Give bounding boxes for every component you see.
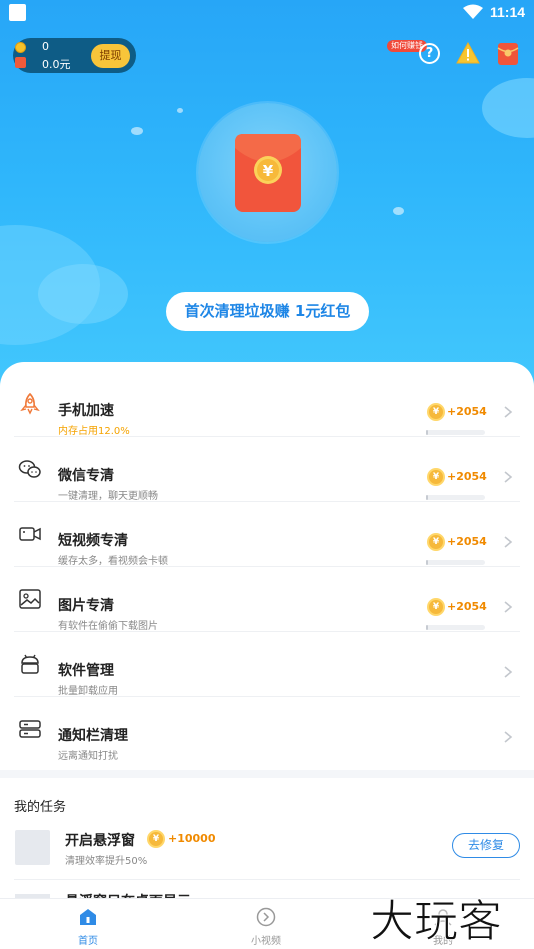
red-packet-gift-icon[interactable] (497, 42, 519, 66)
red-envelope-icon[interactable]: ¥ (235, 134, 301, 212)
item-subtitle: 有软件在偷偷下载图片 (58, 621, 158, 632)
rocket-icon (20, 392, 40, 415)
watermark-logo: 大玩客 (370, 896, 503, 947)
decor-blob (38, 264, 128, 324)
fix-button[interactable]: 去修复 (452, 833, 520, 858)
nav-label: 小视频 (251, 936, 281, 947)
notification-icon (19, 720, 41, 738)
feature-list: 手机加速 内存占用12.0% ¥ +2054 微信专清 一键清理，聊天更顺畅 ¥… (0, 362, 534, 770)
item-subtitle: 远离通知打扰 (58, 751, 118, 762)
list-item-wechat-clean[interactable]: 微信专清 一键清理，聊天更顺畅 ¥ +2054 (0, 437, 534, 502)
coin-balance: 0 (42, 40, 49, 53)
android-icon (21, 654, 39, 674)
chevron-right-icon (504, 536, 513, 548)
item-title: 通知栏清理 (58, 728, 128, 744)
clock: 11:14 (490, 4, 526, 20)
decor-blob (482, 78, 534, 138)
video-icon (19, 527, 41, 541)
item-title: 短视频专清 (58, 533, 128, 549)
hero-button-accent: 1元红包 (294, 302, 351, 320)
my-tasks-section: 我的任务 开启悬浮窗 ¥ +10000 清理效率提升50% 去修复 悬浮窗只在桌… (0, 778, 534, 903)
task-thumbnail (15, 830, 50, 865)
item-title: 手机加速 (58, 403, 114, 419)
section-title: 我的任务 (14, 800, 67, 815)
list-item-short-video-clean[interactable]: 短视频专清 缓存太多，看视频会卡顿 ¥ +2054 (0, 502, 534, 567)
hero-section: 11:14 0 0.0元 提现 如何赚钱 ? ¥ 首次清理垃圾赚 1元红包 (0, 0, 534, 400)
money-balance: 0.0元 (42, 58, 71, 71)
status-bar: 11:14 (0, 0, 534, 26)
list-item-image-clean[interactable]: 图片专清 有软件在偷偷下载图片 ¥ +2054 (0, 567, 534, 632)
decor-dot (177, 108, 183, 113)
list-item-phone-boost[interactable]: 手机加速 内存占用12.0% ¥ +2054 (0, 372, 534, 437)
yuan-coin-icon: ¥ (147, 830, 165, 848)
play-circle-icon (256, 907, 276, 927)
wechat-icon (18, 460, 41, 478)
item-title: 微信专清 (58, 468, 114, 484)
decor-dot (393, 207, 404, 215)
task-reward: +10000 (168, 832, 216, 845)
yuan-coin-icon: ¥ (427, 533, 445, 551)
progress-bar (426, 430, 485, 435)
wifi-icon (463, 4, 483, 19)
chevron-right-icon (504, 406, 513, 418)
help-icon[interactable]: ? (419, 43, 440, 64)
progress-bar (426, 495, 485, 500)
task-subtitle: 清理效率提升50% (65, 856, 148, 867)
warning-icon[interactable] (456, 42, 480, 64)
reward-points: +2054 (447, 535, 487, 548)
svg-text:大玩客: 大玩客 (370, 896, 502, 946)
item-title: 软件管理 (58, 663, 114, 679)
first-clean-reward-button[interactable]: 首次清理垃圾赚 1元红包 (166, 292, 369, 331)
reward-points: +2054 (447, 600, 487, 613)
item-subtitle: 内存占用12.0% (58, 426, 130, 437)
chevron-right-icon (504, 731, 513, 743)
image-icon (19, 589, 41, 609)
home-icon (80, 909, 96, 925)
notification-square-icon (9, 4, 26, 21)
yuan-coin-icon: ¥ (427, 468, 445, 486)
item-subtitle: 批量卸载应用 (58, 686, 118, 697)
chevron-right-icon (504, 601, 513, 613)
item-title: 图片专清 (58, 598, 114, 614)
item-subtitle: 缓存太多，看视频会卡顿 (58, 556, 168, 567)
progress-bar (426, 560, 485, 565)
chevron-right-icon (504, 666, 513, 678)
task-name: 开启悬浮窗 (65, 833, 135, 849)
yuan-coin-icon: ¥ (427, 598, 445, 616)
nav-tab-home[interactable]: 首页 (43, 899, 133, 949)
nav-tab-short-video[interactable]: 小视频 (221, 899, 311, 949)
item-subtitle: 一键清理，聊天更顺畅 (58, 491, 158, 502)
hero-button-text: 首次清理垃圾赚 (184, 302, 295, 320)
progress-bar (426, 625, 485, 630)
list-item-notification-clean[interactable]: 通知栏清理 远离通知打扰 (0, 697, 534, 762)
reward-points: +2054 (447, 405, 487, 418)
divider (14, 879, 520, 880)
chevron-right-icon (504, 471, 513, 483)
list-item-app-manager[interactable]: 软件管理 批量卸载应用 (0, 632, 534, 697)
coin-icon (15, 42, 26, 53)
red-packet-icon (15, 57, 26, 68)
svg-text:¥: ¥ (263, 162, 274, 180)
nav-label: 首页 (78, 936, 98, 947)
yuan-coin-icon: ¥ (427, 403, 445, 421)
reward-points: +2054 (447, 470, 487, 483)
withdraw-button[interactable]: 提现 (91, 44, 130, 68)
decor-dot (131, 127, 143, 135)
